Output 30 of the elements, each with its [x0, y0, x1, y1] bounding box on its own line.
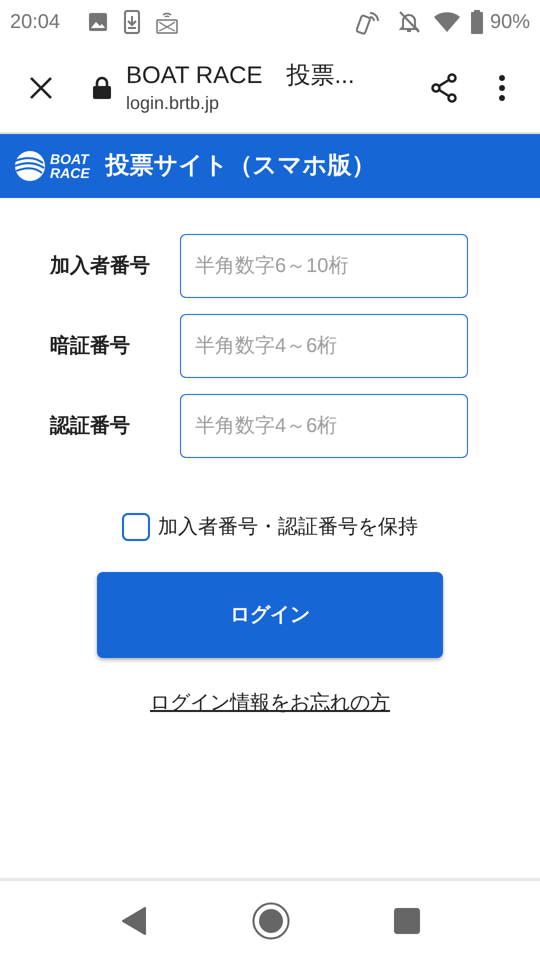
bell-off-icon — [398, 10, 420, 34]
input-field[interactable]: 半角数字4～6桁 — [180, 314, 468, 378]
home-button[interactable] — [252, 902, 290, 940]
status-time: 20:04 — [10, 10, 60, 35]
more-vertical-icon — [498, 74, 506, 102]
field-label: 加入者番号 — [50, 254, 151, 279]
field-label: 暗証番号 — [50, 334, 131, 359]
logo-icon — [14, 150, 46, 182]
input-field[interactable]: 半角数字4～6桁 — [180, 394, 468, 458]
input-field[interactable]: 半角数字6～10桁 — [180, 234, 468, 298]
field-label: 認証番号 — [50, 414, 131, 439]
wifi-icon — [434, 12, 460, 32]
logo-text-top: BOAT — [50, 152, 90, 166]
battery-percent: 90% — [490, 10, 530, 35]
nfc-phone-icon — [356, 9, 382, 35]
cast-icon — [156, 10, 178, 34]
forgot-login-link[interactable]: ログイン情報をお忘れの方 — [150, 688, 390, 718]
page-title: BOAT RACE 投票... — [126, 61, 356, 91]
recents-button[interactable] — [394, 908, 420, 934]
image-icon — [88, 12, 108, 32]
battery-icon — [470, 10, 484, 34]
back-button[interactable] — [120, 906, 148, 934]
download-icon — [124, 10, 140, 34]
remember-label: 加入者番号・認証番号を保持 — [158, 515, 418, 540]
site-title: 投票サイト（スマホ版） — [106, 151, 376, 181]
login-button[interactable]: ログイン — [97, 572, 443, 658]
remember-checkbox[interactable] — [122, 513, 150, 541]
lock-icon — [92, 76, 112, 100]
page-url: login.brtb.jp — [126, 92, 220, 115]
logo-text-bottom: RACE — [50, 166, 90, 180]
